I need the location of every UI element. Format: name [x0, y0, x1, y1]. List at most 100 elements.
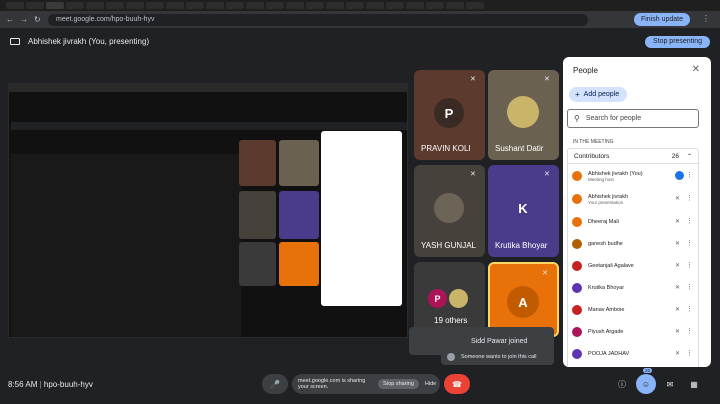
- browser-tab[interactable]: [426, 2, 444, 9]
- avatar: P: [434, 98, 464, 128]
- stop-presenting-button[interactable]: Stop presenting: [644, 36, 710, 48]
- present-screen-icon: [10, 37, 20, 45]
- participant-tile[interactable]: P 19 others: [414, 262, 485, 337]
- more-options-icon[interactable]: ⋮: [686, 194, 693, 202]
- avatar: [572, 327, 582, 337]
- mic-off-icon: ✕: [674, 241, 680, 247]
- mic-icon: 🎤: [270, 379, 280, 389]
- participant-tile[interactable]: ✕ P PRAVIN KOLI: [414, 70, 485, 160]
- contributors-label: Contributors: [574, 152, 610, 160]
- participant-name: Sushant Datir: [495, 144, 544, 153]
- more-options-icon[interactable]: ⋮: [686, 239, 693, 247]
- participant-name: Krutika Bhoyar: [495, 241, 548, 250]
- add-people-button[interactable]: + Add people: [569, 87, 628, 102]
- info-button[interactable]: ⓘ: [612, 374, 632, 394]
- more-options-icon[interactable]: ⋮: [686, 327, 693, 335]
- person-role: Your presentation: [588, 199, 624, 205]
- person-row[interactable]: Manav Amboie ✕ ⋮: [572, 302, 696, 318]
- section-label: IN THE MEETING: [573, 139, 614, 145]
- browser-tab[interactable]: [386, 2, 404, 9]
- browser-tab[interactable]: [466, 2, 484, 9]
- mic-off-icon: ✕: [470, 171, 476, 178]
- sharing-text: meet.google.com is sharing your screen.: [298, 378, 366, 390]
- participant-tile[interactable]: ✕ A: [488, 262, 559, 337]
- more-options-icon[interactable]: ⋮: [686, 217, 693, 225]
- more-options-icon[interactable]: ⋮: [686, 261, 693, 269]
- stop-sharing-button[interactable]: Stop sharing: [378, 379, 419, 389]
- browser-tab-active[interactable]: [46, 2, 64, 9]
- browser-tab[interactable]: [326, 2, 344, 9]
- browser-tab[interactable]: [366, 2, 384, 9]
- avatar: P: [428, 289, 447, 308]
- more-options-icon[interactable]: ⋮: [686, 283, 693, 291]
- mic-off-icon: ✕: [542, 270, 548, 277]
- hide-button[interactable]: Hide: [425, 381, 436, 387]
- close-icon[interactable]: ✕: [692, 64, 700, 75]
- browser-tab[interactable]: [106, 2, 124, 9]
- mic-off-icon: ✕: [674, 219, 680, 225]
- contributors-header[interactable]: Contributors 26 ⌃: [567, 148, 699, 164]
- meeting-code: hpo-buuh-hyv: [43, 380, 93, 389]
- current-time: 8:56 AM: [8, 380, 38, 389]
- person-row[interactable]: Abhishek jivrakh (You) Meeting host ⋮: [572, 168, 696, 184]
- person-row[interactable]: Piyush Argade ✕ ⋮: [572, 324, 696, 340]
- browser-tab[interactable]: [246, 2, 264, 9]
- browser-tab[interactable]: [346, 2, 364, 9]
- add-person-icon: +: [575, 90, 580, 99]
- address-bar[interactable]: meet.google.com/hpo-buuh-hyv: [48, 13, 588, 26]
- mic-button[interactable]: 🎤: [262, 374, 288, 394]
- browser-tab[interactable]: [406, 2, 424, 9]
- person-name: ganesh budhe: [588, 241, 623, 247]
- person-row[interactable]: Krutika Bhoyar ✕ ⋮: [572, 280, 696, 296]
- shared-screen-preview: [8, 83, 408, 338]
- browser-tab[interactable]: [6, 2, 24, 9]
- screen-sharing-banner: meet.google.com is sharing your screen. …: [292, 374, 440, 394]
- presenting-bar: Abhishek jivrakh (You, presenting): [0, 30, 720, 52]
- chat-button[interactable]: ✉: [660, 374, 680, 394]
- meeting-details: 8:56 AM | hpo-buuh-hyv: [8, 380, 93, 389]
- person-row[interactable]: Geetanjali Agalave ✕ ⋮: [572, 258, 696, 274]
- people-button[interactable]: ☺: [636, 374, 656, 394]
- person-role: Meeting host: [588, 176, 614, 182]
- person-name: Manav Amboie: [588, 307, 625, 313]
- leave-call-button[interactable]: ☎: [444, 374, 470, 394]
- person-row[interactable]: Abhishek jivrakh Your presentation ✕ ⋮: [572, 191, 696, 207]
- more-vert-icon[interactable]: ⋮: [702, 15, 710, 23]
- browser-tab[interactable]: [266, 2, 284, 9]
- people-panel: People ✕ + Add people ⚲ Search for peopl…: [563, 57, 711, 367]
- avatar: [572, 283, 582, 293]
- browser-tab[interactable]: [206, 2, 224, 9]
- participant-tile[interactable]: ✕ K Krutika Bhoyar: [488, 165, 559, 257]
- browser-tab[interactable]: [286, 2, 304, 9]
- joined-text: Sidd Pawar joined: [471, 337, 528, 345]
- mic-off-icon: ✕: [674, 263, 680, 269]
- person-row[interactable]: ganesh budhe ✕ ⋮: [572, 236, 696, 252]
- more-options-icon[interactable]: ⋮: [686, 305, 693, 313]
- mic-off-icon: ✕: [674, 196, 680, 202]
- browser-tab[interactable]: [446, 2, 464, 9]
- browser-tab[interactable]: [186, 2, 204, 9]
- browser-tab[interactable]: [226, 2, 244, 9]
- join-request-notification[interactable]: Someone wants to join this call: [441, 349, 554, 365]
- search-people-input[interactable]: ⚲ Search for people: [567, 109, 699, 128]
- person-row[interactable]: Dheeraj Mali ✕ ⋮: [572, 214, 696, 230]
- forward-icon[interactable]: →: [20, 15, 28, 24]
- more-options-icon[interactable]: ⋮: [686, 171, 693, 179]
- browser-tab[interactable]: [66, 2, 84, 9]
- back-icon[interactable]: ←: [6, 15, 14, 24]
- browser-tab-strip[interactable]: [0, 0, 720, 11]
- participant-tile[interactable]: ✕ Sushant Datir: [488, 70, 559, 160]
- browser-tab[interactable]: [126, 2, 144, 9]
- reload-icon[interactable]: ↻: [34, 15, 42, 24]
- browser-tab[interactable]: [146, 2, 164, 9]
- participant-tile[interactable]: ✕ YASH GUNJAL: [414, 165, 485, 257]
- browser-tab[interactable]: [26, 2, 44, 9]
- browser-tab[interactable]: [166, 2, 184, 9]
- add-people-label: Add people: [583, 91, 620, 98]
- finish-update-button[interactable]: Finish update: [633, 13, 690, 26]
- more-options-icon[interactable]: ⋮: [686, 349, 693, 357]
- browser-tab[interactable]: [86, 2, 104, 9]
- activities-button[interactable]: ▦: [684, 374, 704, 394]
- browser-tab[interactable]: [306, 2, 324, 9]
- person-row[interactable]: POOJA JADHAV ✕ ⋮: [572, 346, 696, 362]
